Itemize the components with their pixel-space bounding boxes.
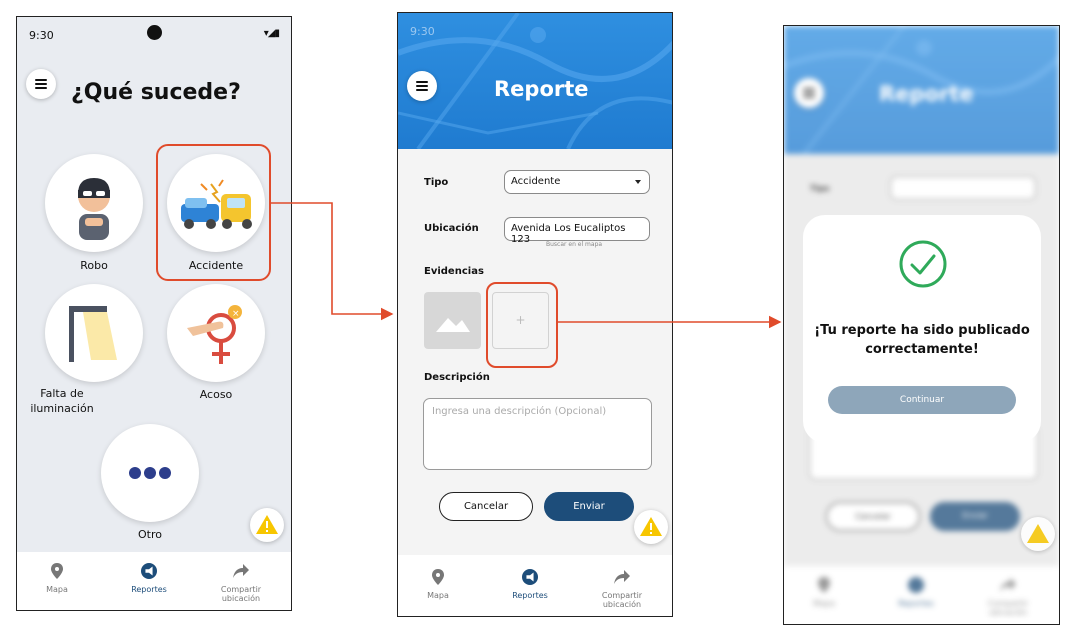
search-map-link[interactable]: Buscar en el mapa xyxy=(546,241,602,248)
more-dots-icon xyxy=(129,467,171,479)
status-bar: 9:30 ▾◢▮ xyxy=(17,17,291,53)
nav-share-label-2: ubicación xyxy=(988,608,1028,617)
image-icon xyxy=(436,318,470,332)
nav-map-label: Mapa xyxy=(813,599,835,608)
nav-share-location[interactable]: Compartir ubicación xyxy=(582,569,662,609)
send-button[interactable]: Enviar xyxy=(544,492,634,521)
option-acoso-label: Acoso xyxy=(199,388,233,401)
share-arrow-icon xyxy=(233,564,249,578)
nav-map[interactable]: Mapa xyxy=(398,569,478,600)
menu-button xyxy=(794,78,824,108)
evidencias-label: Evidencias xyxy=(424,266,484,277)
camera-notch xyxy=(147,25,162,40)
share-arrow-icon xyxy=(1000,578,1016,592)
status-bar: 9:30 xyxy=(398,13,672,49)
descripcion-textarea[interactable]: Ingresa una descripción (Opcional) xyxy=(423,398,652,470)
nav-share-label-1: Compartir xyxy=(601,591,643,600)
selection-highlight xyxy=(486,282,558,368)
nav-map[interactable]: Mapa xyxy=(17,563,97,594)
nav-reports-label: Reportes xyxy=(131,585,167,594)
tipo-label: Tipo xyxy=(424,177,449,188)
page-title: ¿Qué sucede? xyxy=(71,80,241,105)
svg-text:×: × xyxy=(232,309,240,319)
cancel-button[interactable]: Cancelar xyxy=(439,492,533,521)
megaphone-icon xyxy=(522,569,538,585)
tipo-select-value: Accidente xyxy=(511,176,561,187)
status-time: 9:30 xyxy=(410,25,435,38)
nav-reports[interactable]: Reportes xyxy=(109,563,189,594)
continue-button[interactable]: Continuar xyxy=(828,386,1016,414)
descripcion-label: Descripción xyxy=(424,372,490,383)
selection-highlight xyxy=(156,144,271,281)
nav-share-label-1: Compartir xyxy=(987,599,1029,608)
evidence-image-thumbnail[interactable] xyxy=(424,292,481,349)
page-title: Reporte xyxy=(494,77,589,101)
nav-reports-label: Reportes xyxy=(898,599,934,608)
harassment-icon: × xyxy=(187,305,242,364)
alert-button[interactable] xyxy=(634,510,668,544)
check-circle-icon xyxy=(899,240,947,288)
option-iluminacion-button[interactable] xyxy=(45,284,143,382)
option-acoso-button[interactable]: × xyxy=(167,284,265,382)
page-title: Reporte xyxy=(879,82,974,106)
nav-share-location: Compartir ubicación xyxy=(968,577,1048,617)
nav-reports-label: Reportes xyxy=(512,591,548,600)
warning-icon xyxy=(1027,524,1049,543)
option-robo-button[interactable] xyxy=(45,154,143,252)
cancel-button: Cancelar xyxy=(826,502,920,531)
map-pin-icon xyxy=(432,569,444,585)
alert-button[interactable] xyxy=(250,508,284,542)
send-button: Enviar xyxy=(930,502,1020,531)
ubicacion-label: Ubicación xyxy=(424,223,479,234)
warning-icon xyxy=(256,515,278,534)
map-pin-icon xyxy=(818,577,830,593)
menu-button[interactable] xyxy=(407,71,437,101)
screen-report-form: 9:30 Reporte Tipo Accidente Ubicación Av… xyxy=(397,12,673,617)
nav-share-label-2: ubicación xyxy=(602,600,642,609)
option-robo-label: Robo xyxy=(80,259,108,272)
robber-icon xyxy=(78,178,110,240)
nav-map-label: Mapa xyxy=(427,591,449,600)
bottom-navigation: Mapa Reportes Compartir ubicación xyxy=(398,558,672,616)
tipo-select xyxy=(890,176,1036,200)
tipo-select[interactable]: Accidente xyxy=(504,170,650,194)
megaphone-icon xyxy=(141,563,157,579)
street-lamp-icon xyxy=(69,306,117,362)
success-message: ¡Tu reporte ha sido publicado correctame… xyxy=(803,321,1041,359)
screen-what-happens: 9:30 ▾◢▮ ¿Qué sucede? Robo Accidente Fal… xyxy=(16,16,292,611)
nav-reports: Reportes xyxy=(876,577,956,608)
nav-map: Mapa xyxy=(784,577,864,608)
map-pin-icon xyxy=(51,563,63,579)
megaphone-icon xyxy=(908,577,924,593)
bottom-navigation: Mapa Reportes Compartir ubicación xyxy=(17,552,291,610)
option-iluminacion-label: Falta de iluminación xyxy=(30,387,94,415)
success-message-line-2: correctamente! xyxy=(865,342,979,357)
tipo-label: Tipo xyxy=(810,184,830,193)
success-message-line-1: ¡Tu reporte ha sido publicado xyxy=(814,323,1030,338)
descripcion-placeholder: Ingresa una descripción (Opcional) xyxy=(432,406,607,417)
warning-icon xyxy=(640,517,662,536)
status-time: 9:30 xyxy=(29,29,54,42)
nav-share-location[interactable]: Compartir ubicación xyxy=(201,563,281,603)
nav-share-label-2: ubicación xyxy=(221,594,261,603)
option-otro-button[interactable] xyxy=(101,424,199,522)
option-otro-label: Otro xyxy=(138,528,162,541)
ubicacion-input[interactable]: Avenida Los Eucaliptos 123 xyxy=(504,217,650,245)
success-modal: ¡Tu reporte ha sido publicado correctame… xyxy=(803,215,1041,443)
bottom-navigation: Mapa Reportes Compartir ubicación xyxy=(784,566,1059,624)
chevron-down-icon xyxy=(635,180,641,184)
nav-reports[interactable]: Reportes xyxy=(490,569,570,600)
nav-share-label-1: Compartir xyxy=(220,585,262,594)
share-arrow-icon xyxy=(614,570,630,584)
alert-button[interactable] xyxy=(1021,517,1055,551)
signal-battery-icon: ▾◢▮ xyxy=(263,28,280,39)
nav-map-label: Mapa xyxy=(46,585,68,594)
screen-report-success: Reporte Tipo Cancelar Enviar Mapa Report… xyxy=(783,25,1060,625)
menu-button[interactable] xyxy=(26,69,56,99)
